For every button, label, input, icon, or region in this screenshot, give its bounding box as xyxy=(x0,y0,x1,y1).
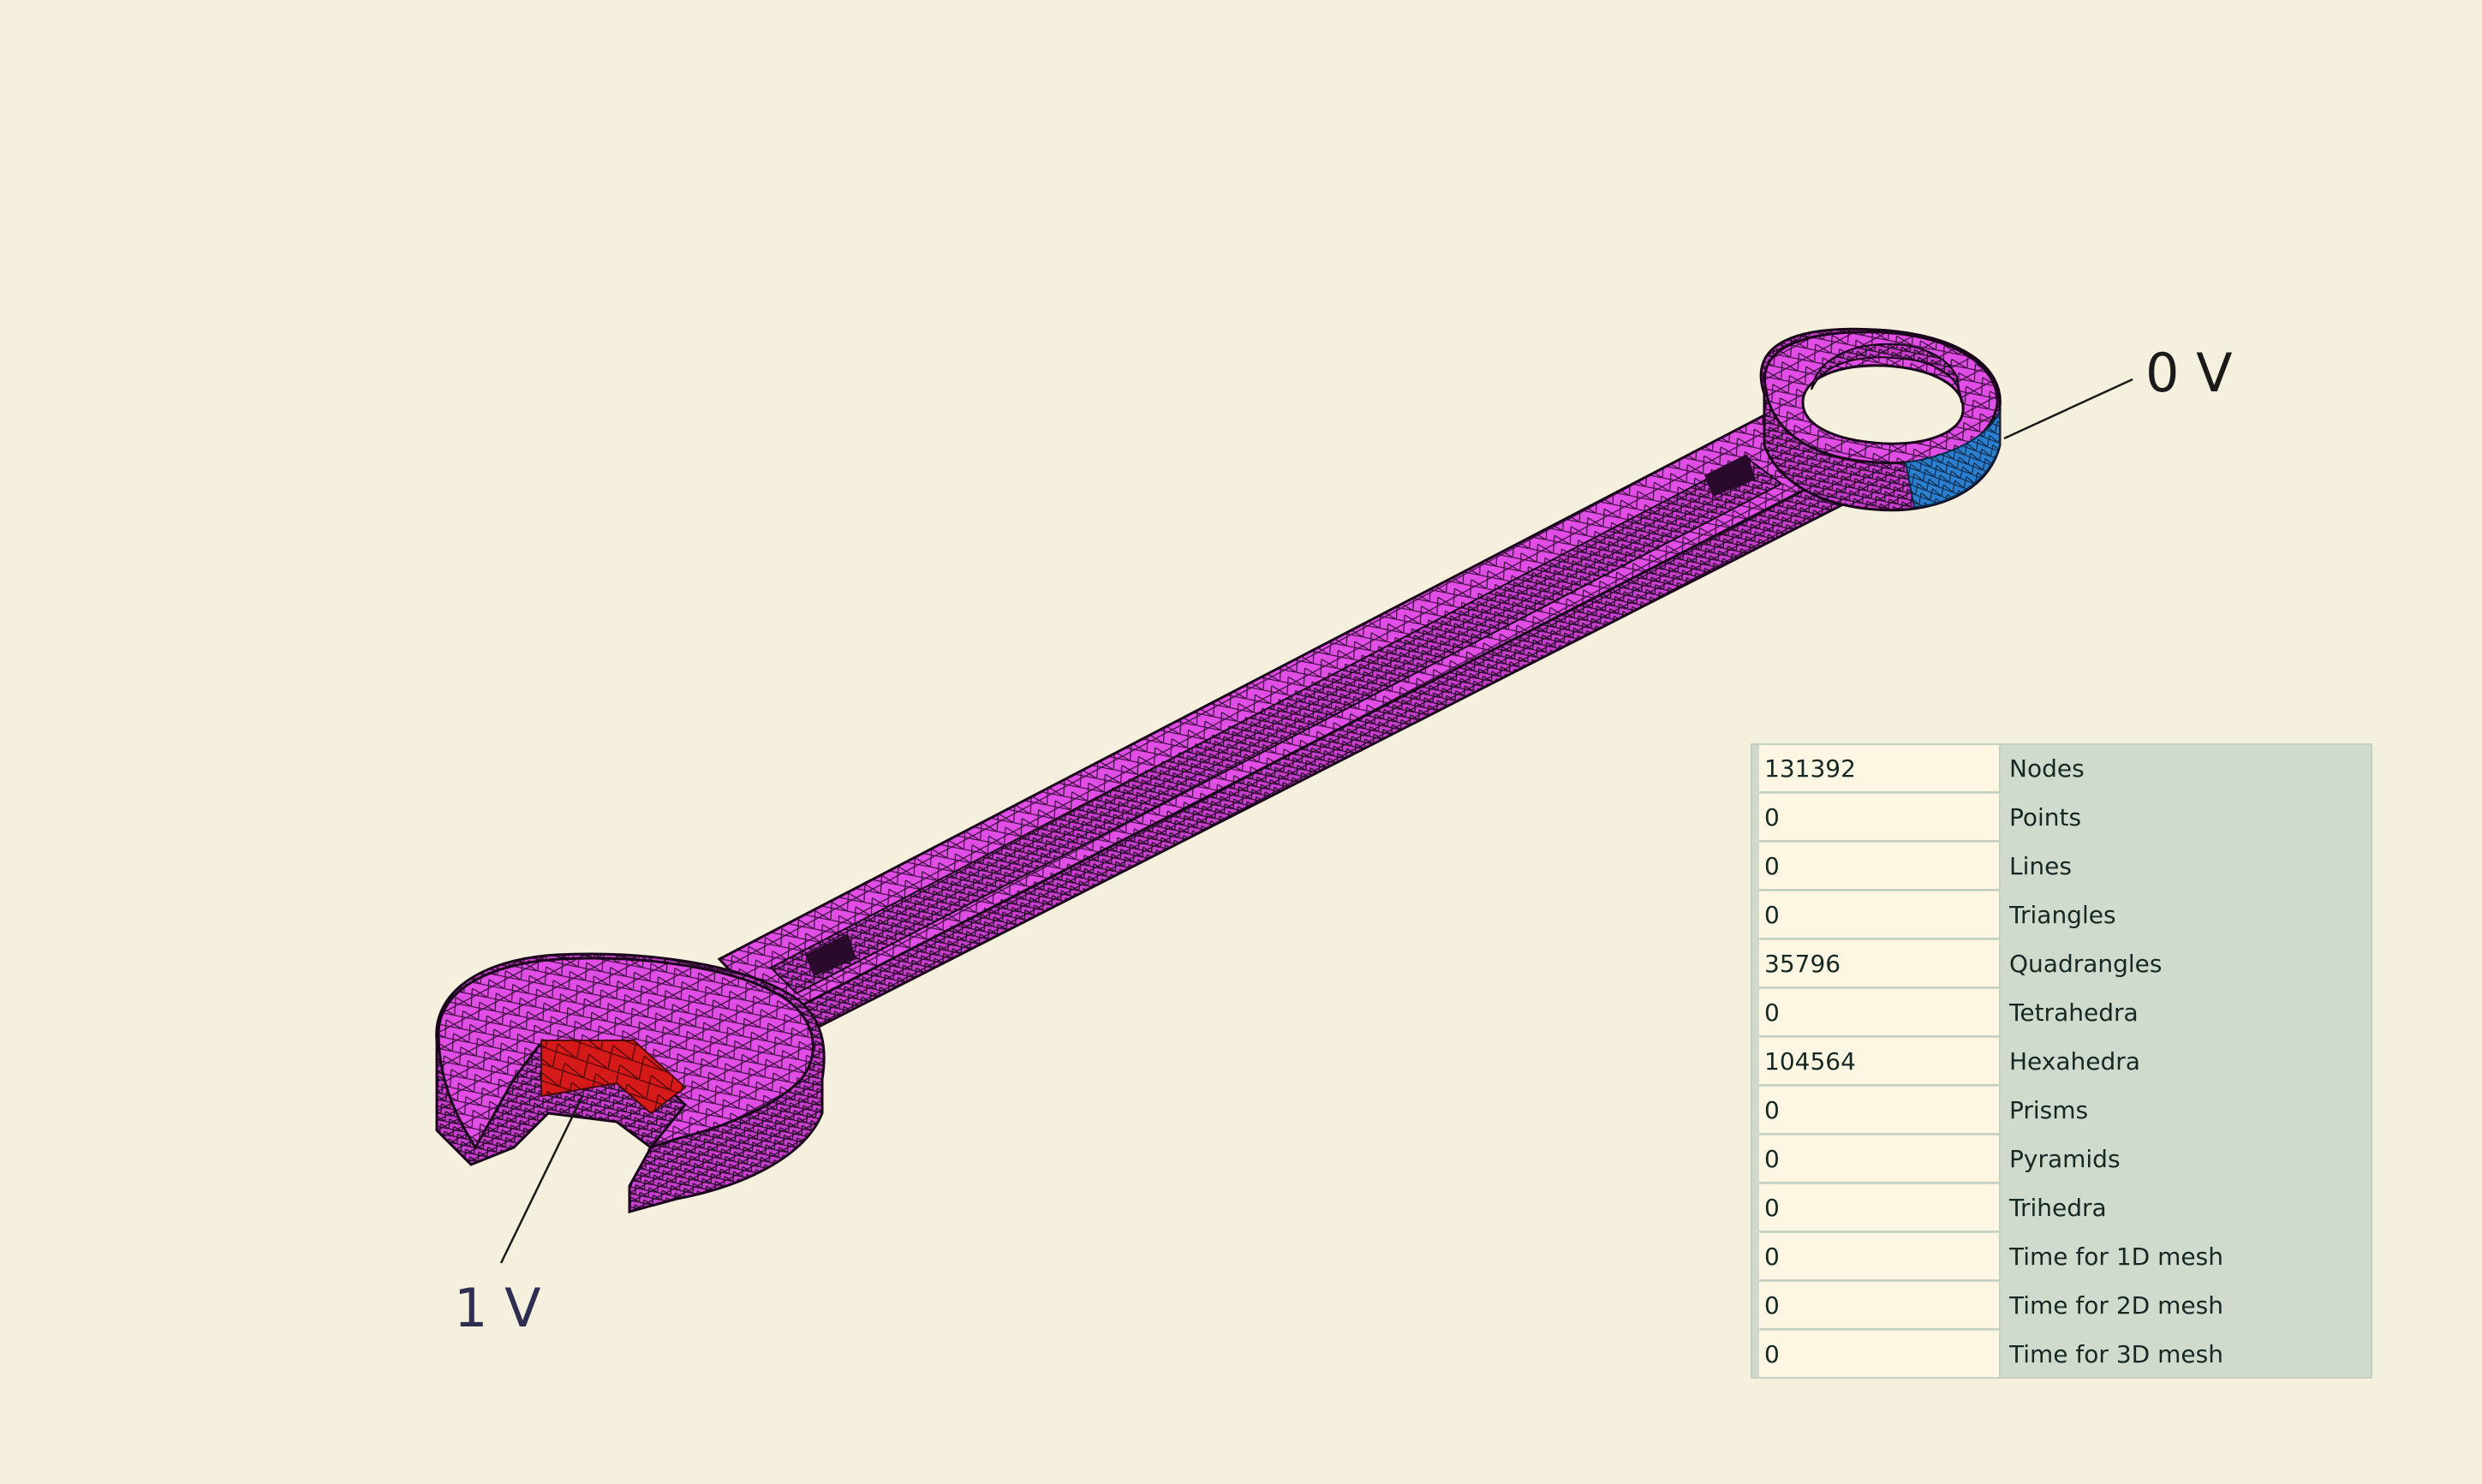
stat-row-prisms: 0 Prisms xyxy=(1759,1087,2367,1135)
stat-value: 0 xyxy=(1759,1331,2001,1379)
stat-value: 0 xyxy=(1759,891,2001,939)
stat-value: 0 xyxy=(1759,1184,2001,1232)
voltage-label-1v: 1 V xyxy=(454,1277,541,1339)
stat-label: Triangles xyxy=(2009,901,2116,929)
stat-label: Prisms xyxy=(2009,1096,2089,1124)
stat-value: 0 xyxy=(1759,1135,2001,1183)
stat-row-points: 0 Points xyxy=(1759,794,2367,843)
stat-row-triangles: 0 Triangles xyxy=(1759,891,2367,940)
stat-row-pyramids: 0 Pyramids xyxy=(1759,1135,2367,1184)
stat-value: 131392 xyxy=(1759,745,2001,793)
stat-row-quadrangles: 35796 Quadrangles xyxy=(1759,940,2367,989)
wrench-handle[interactable] xyxy=(717,414,1844,1051)
stat-label: Quadrangles xyxy=(2009,950,2163,978)
stat-row-trihedra: 0 Trihedra xyxy=(1759,1184,2367,1233)
voltage-label-0v: 0 V xyxy=(2145,342,2233,404)
stat-row-lines: 0 Lines xyxy=(1759,843,2367,891)
stat-row-hexahedra: 104564 Hexahedra xyxy=(1759,1038,2367,1087)
wrench-ring-end[interactable] xyxy=(1759,327,2002,512)
stat-label: Time for 3D mesh xyxy=(2009,1340,2223,1368)
stat-label: Pyramids xyxy=(2009,1145,2121,1173)
stat-row-time-3d: 0 Time for 3D mesh xyxy=(1759,1331,2367,1380)
stat-label: Lines xyxy=(2009,852,2072,880)
stat-label: Time for 1D mesh xyxy=(2009,1243,2223,1271)
stat-label: Nodes xyxy=(2009,754,2085,783)
stat-value: 0 xyxy=(1759,989,2001,1037)
stat-label: Points xyxy=(2009,803,2082,831)
leader-line-0v xyxy=(2003,378,2133,440)
stat-row-time-1d: 0 Time for 1D mesh xyxy=(1759,1233,2367,1282)
stat-value: 0 xyxy=(1759,843,2001,891)
stat-row-nodes: 131392 Nodes xyxy=(1759,745,2367,794)
mesh-statistics-panel: 131392 Nodes 0 Points 0 Lines 0 Triangle… xyxy=(1751,743,2372,1379)
stat-label: Tetrahedra xyxy=(2009,998,2139,1027)
stat-value: 0 xyxy=(1759,1282,2001,1330)
stat-label: Hexahedra xyxy=(2009,1047,2140,1076)
wrench-open-end[interactable] xyxy=(435,952,826,1213)
stat-label: Trihedra xyxy=(2009,1194,2107,1222)
stat-value: 0 xyxy=(1759,794,2001,842)
stat-label: Time for 2D mesh xyxy=(2009,1291,2223,1320)
stat-value: 0 xyxy=(1759,1233,2001,1281)
stat-value: 35796 xyxy=(1759,940,2001,988)
stat-value: 0 xyxy=(1759,1087,2001,1135)
stat-value: 104564 xyxy=(1759,1038,2001,1086)
stat-row-time-2d: 0 Time for 2D mesh xyxy=(1759,1282,2367,1331)
stat-row-tetrahedra: 0 Tetrahedra xyxy=(1759,989,2367,1038)
